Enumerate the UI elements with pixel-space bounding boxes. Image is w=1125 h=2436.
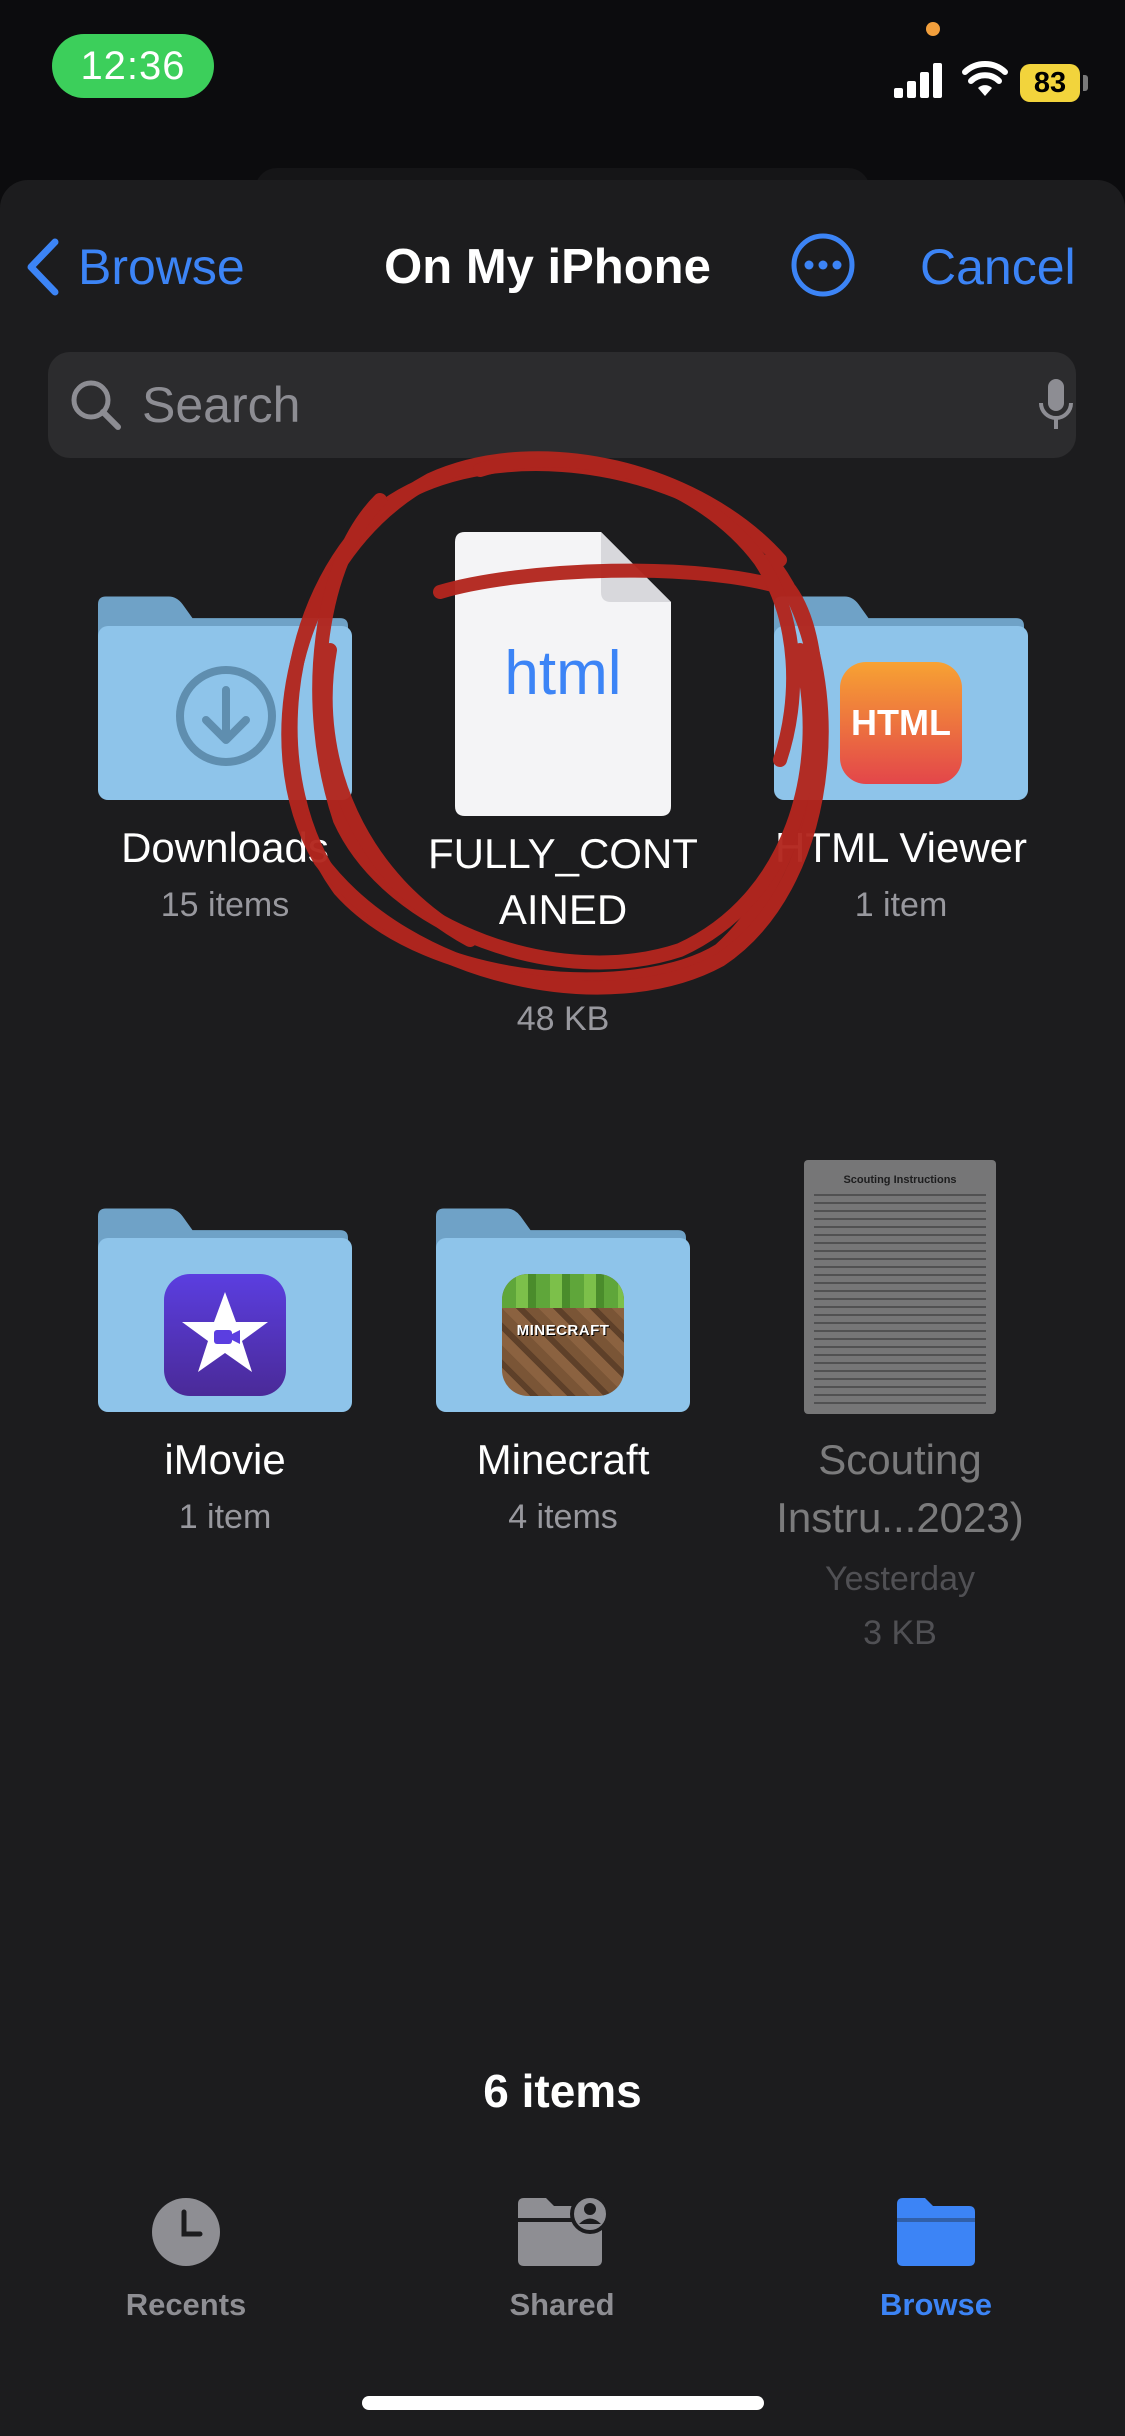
document-scouting-instructions[interactable]: Scouting Instructions [804,1160,996,1414]
item-name-minecraft: Minecraft [476,1436,650,1483]
document-thumbnail-title: Scouting Instructions [843,1174,957,1186]
item-size-scouting: 3 KB [863,1614,937,1652]
red-scribble-annotation [281,451,829,995]
item-count-imovie: 1 item [178,1498,272,1536]
home-indicator[interactable] [362,2396,764,2410]
tab-recents[interactable]: Recents [36,2196,336,2323]
item-name-imovie: iMovie [164,1436,286,1483]
tab-label: Recents [125,2287,247,2322]
folder-icon [897,2198,975,2266]
imovie-app-icon [164,1274,286,1396]
tab-browse[interactable]: Browse [786,2196,1086,2323]
item-count-minecraft: 4 items [508,1498,618,1536]
folder-minecraft[interactable]: MINECRAFT [436,1208,690,1418]
tab-label: Browse [880,2287,992,2322]
item-date-scouting: Yesterday [825,1560,975,1598]
item-count: 6 items [483,2065,642,2117]
item-name-scouting-line2: Instru...2023) [776,1494,1024,1541]
tab-label: Shared [509,2287,615,2322]
minecraft-app-icon: MINECRAFT [502,1274,624,1396]
tab-shared[interactable]: Shared [412,2194,712,2323]
shared-folder-icon [518,2194,610,2266]
clock-icon [152,2198,220,2266]
document-thumbnail-text-lines [814,1194,986,1404]
folder-imovie[interactable] [98,1208,352,1418]
item-name-scouting-line1: Scouting [818,1436,982,1483]
